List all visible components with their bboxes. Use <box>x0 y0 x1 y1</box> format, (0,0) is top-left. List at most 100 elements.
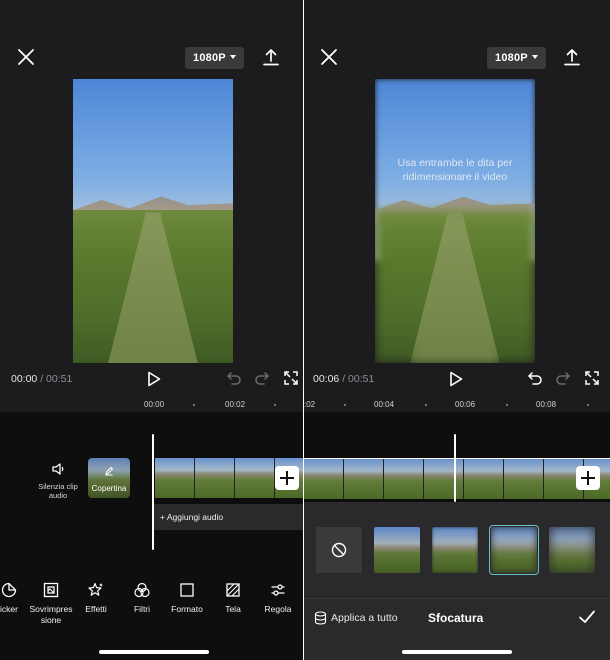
playhead[interactable] <box>454 434 456 502</box>
mute-clip-audio-button[interactable]: Silenzia clip audio <box>34 462 82 500</box>
no-effect-icon <box>331 542 347 558</box>
close-icon[interactable] <box>319 47 339 67</box>
time-total: 00:51 <box>46 373 73 385</box>
clip-frame <box>384 459 424 499</box>
blur-thumb <box>491 527 537 573</box>
time-ruler: :02 00:04 00:06 00:08 <box>304 398 610 412</box>
time-separator: / <box>342 373 346 385</box>
blur-option-4[interactable] <box>549 527 595 573</box>
tool-effects[interactable]: Effetti <box>71 582 121 615</box>
redo-icon[interactable] <box>555 370 571 386</box>
timecode: 00:00 / 00:51 <box>11 373 72 385</box>
resolution-button[interactable]: 1080P <box>185 47 244 69</box>
blur-thumb <box>432 527 478 573</box>
tool-label: Tela <box>225 604 241 614</box>
tool-label: Filtri <box>133 604 151 614</box>
ruler-tick: 00:02 <box>225 400 246 409</box>
ruler-dot <box>193 404 195 406</box>
undo-icon[interactable] <box>527 370 543 386</box>
undo-icon[interactable] <box>226 370 242 386</box>
time-total: 00:51 <box>348 373 375 385</box>
tool-adjust[interactable]: Regola <box>253 582 303 615</box>
resolution-label: 1080P <box>193 52 226 64</box>
video-preview[interactable] <box>73 79 233 363</box>
apply-to-all-button[interactable]: Applica a tutto <box>314 611 398 625</box>
video-clip-strip[interactable] <box>304 458 610 499</box>
caret-down-icon <box>531 55 538 59</box>
tool-filters[interactable]: Filtri <box>117 582 167 615</box>
home-indicator <box>99 650 209 654</box>
layers-icon <box>314 611 327 625</box>
fullscreen-icon[interactable] <box>584 370 600 386</box>
time-current: 00:06 <box>313 373 340 385</box>
edit-pencil-icon <box>105 466 114 476</box>
caret-down-icon <box>229 55 236 59</box>
apply-to-all-label: Applica a tutto <box>331 611 398 624</box>
format-icon <box>180 583 194 597</box>
bottom-toolbar: icker Sovrimpres sione Effetti Filtri Fo… <box>0 582 303 626</box>
canvas-icon <box>226 583 240 597</box>
blur-option-2[interactable] <box>432 527 478 573</box>
ruler-dot <box>506 404 508 406</box>
ruler-tick: :02 <box>304 400 316 409</box>
resolution-label: 1080P <box>495 52 528 64</box>
add-clip-button[interactable] <box>576 466 600 490</box>
add-clip-button[interactable] <box>275 466 299 490</box>
tool-overlay[interactable]: Sovrimpres sione <box>26 582 76 626</box>
panel-title: Sfocatura <box>428 611 484 625</box>
cover-label: Copertina <box>91 484 127 493</box>
time-separator: / <box>40 373 44 385</box>
blur-panel: Applica a tutto Sfocatura <box>304 502 610 660</box>
tool-label: Sovrimpres sione <box>29 604 73 625</box>
blur-option-none[interactable] <box>316 527 362 573</box>
ruler-dot <box>587 404 589 406</box>
add-audio-button[interactable]: + Aggiungi audio <box>154 504 303 530</box>
play-icon[interactable] <box>147 371 161 387</box>
ruler-dot <box>425 404 427 406</box>
confirm-check-icon[interactable] <box>578 609 596 625</box>
sticker-icon <box>1 582 17 598</box>
speaker-icon <box>52 463 64 475</box>
adjust-icon <box>271 584 285 596</box>
blur-option-3[interactable] <box>489 525 539 575</box>
cover-button[interactable]: Copertina <box>88 458 130 498</box>
resize-hint: Usa entrambe le dita per ridimensionare … <box>397 157 513 183</box>
tool-format[interactable]: Formato <box>162 582 212 615</box>
tool-canvas[interactable]: Tela <box>208 582 258 615</box>
clip-frame <box>504 459 544 499</box>
editor-screen-left: 1080P 00:00 / 00:51 00:00 00:02 Silenzia… <box>0 0 303 660</box>
ruler-dot <box>274 404 276 406</box>
clip-frame <box>235 458 275 498</box>
blur-thumb <box>374 527 420 573</box>
ruler-tick: 00:04 <box>374 400 395 409</box>
export-icon[interactable] <box>563 47 581 67</box>
export-icon[interactable] <box>262 47 280 67</box>
ruler-tick: 00:06 <box>455 400 476 409</box>
time-ruler: 00:00 00:02 <box>0 398 303 412</box>
effects-icon <box>88 582 103 596</box>
close-icon[interactable] <box>16 47 36 67</box>
video-preview[interactable]: Usa entrambe le dita per ridimensionare … <box>375 79 535 363</box>
tool-label: Effetti <box>85 604 107 614</box>
ruler-dot <box>344 404 346 406</box>
add-audio-label: Aggiungi audio <box>166 512 224 522</box>
mute-label: Silenzia clip audio <box>38 482 78 500</box>
play-icon[interactable] <box>449 371 463 387</box>
tool-label: Formato <box>171 604 203 614</box>
ruler-tick: 00:08 <box>536 400 557 409</box>
editor-screen-right: 1080P Usa entrambe le dita per ridimensi… <box>303 0 610 660</box>
clip-frame <box>464 459 504 499</box>
ruler-tick: 00:00 <box>144 400 165 409</box>
clip-frame <box>304 459 344 499</box>
resolution-button[interactable]: 1080P <box>487 47 546 69</box>
clip-frame <box>424 459 464 499</box>
clip-frame <box>155 458 195 498</box>
blur-thumb <box>549 527 595 573</box>
clip-frame <box>344 459 384 499</box>
fullscreen-icon[interactable] <box>283 370 299 386</box>
blur-option-1[interactable] <box>374 527 420 573</box>
playhead[interactable] <box>152 434 154 550</box>
redo-icon[interactable] <box>254 370 270 386</box>
filters-icon <box>134 582 150 598</box>
tool-label: Regola <box>264 604 292 614</box>
